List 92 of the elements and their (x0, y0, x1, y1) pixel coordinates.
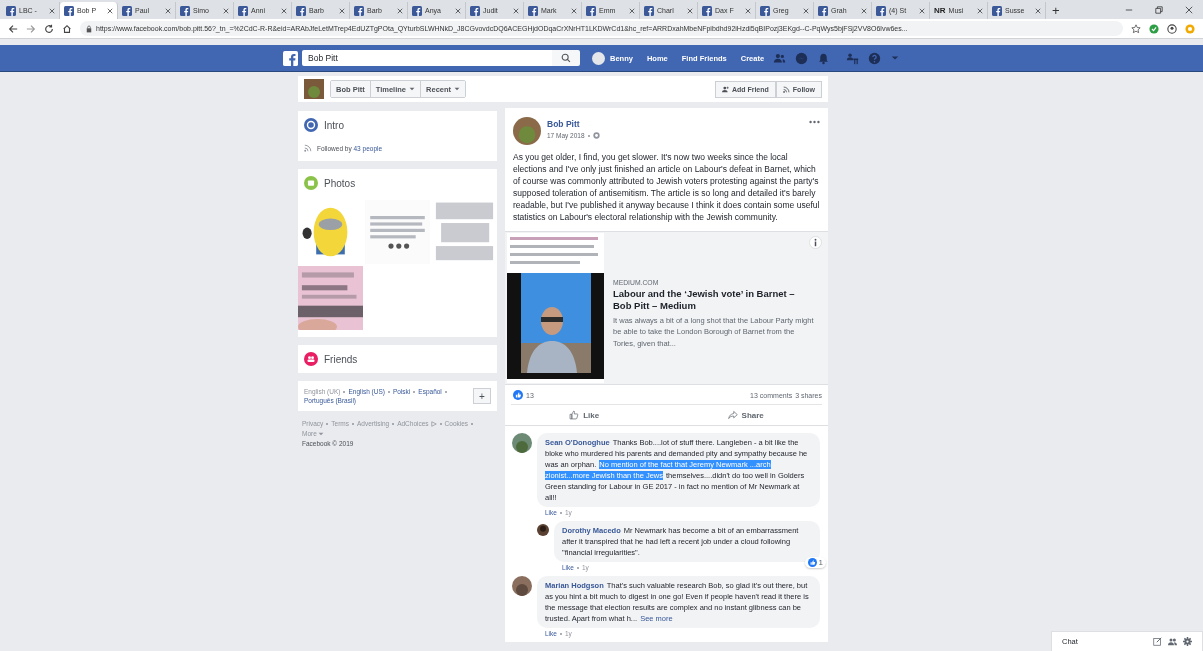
card-title: Intro (324, 119, 344, 131)
info-icon[interactable] (809, 236, 822, 249)
messenger-icon[interactable] (795, 51, 809, 65)
thumbs-up-icon (569, 410, 580, 420)
facebook-icon (180, 5, 190, 16)
close-icon[interactable] (281, 7, 287, 14)
facebook-icon (6, 5, 16, 16)
feed-icon (782, 85, 790, 93)
feed-icon (304, 144, 312, 152)
site-icon: NR (934, 6, 946, 15)
close-icon[interactable] (629, 7, 635, 14)
avatar[interactable] (512, 433, 532, 453)
help-icon[interactable] (868, 51, 882, 65)
facebook-icon (760, 5, 770, 16)
caret-icon (409, 86, 416, 92)
people-icon[interactable] (1168, 637, 1177, 646)
share-icon (727, 410, 738, 420)
add-person-icon (721, 85, 729, 93)
facebook-icon (64, 5, 74, 16)
avatar (592, 51, 605, 65)
facebook-icon (702, 5, 712, 16)
settings-icon[interactable] (1183, 637, 1192, 646)
close-icon[interactable] (397, 7, 403, 14)
facebook-logo[interactable] (283, 50, 298, 66)
close-icon[interactable] (919, 7, 925, 14)
star-icon[interactable] (1131, 23, 1141, 34)
link-title[interactable]: Labour and the ‘Jewish vote’ in Barnet – Bob Pitt – Medium (613, 287, 814, 312)
card-title: Photos (324, 177, 356, 189)
close-icon[interactable] (455, 7, 461, 14)
close-icon[interactable] (687, 7, 693, 14)
caret-icon (454, 86, 461, 92)
facebook-icon (644, 5, 654, 16)
close-icon[interactable] (745, 7, 751, 14)
close-icon[interactable] (977, 7, 983, 14)
people-icon (304, 352, 318, 366)
profile-icon[interactable] (1167, 23, 1177, 34)
globe-icon (592, 132, 600, 139)
close-icon[interactable] (1185, 5, 1193, 14)
close-icon[interactable] (513, 7, 519, 14)
home-icon[interactable] (62, 23, 72, 34)
post-text: As you get older, I find, you get slower. It's now two weeks since the local elections and I've only just finished an article on Labour's defeat in Barnet, which of course was commonly attributed to Jewish voters protesting against the party's supposed toleration of antisemitism. The article is so long and detailed it's barely readable, but I've published it anyway because I think it does contain some useful statistics on Labour's electoral relationship with the Jewish community. (512, 151, 821, 224)
back-icon[interactable] (8, 23, 18, 34)
close-icon[interactable] (107, 7, 113, 14)
avatar (304, 79, 324, 99)
close-icon[interactable] (49, 7, 55, 14)
restore-icon[interactable] (1155, 5, 1163, 14)
facebook-icon (586, 5, 596, 16)
facebook-icon (296, 5, 306, 16)
facebook-icon (818, 5, 828, 16)
facebook-icon (122, 5, 132, 16)
extension-icon[interactable] (1149, 23, 1159, 34)
photo-icon (304, 176, 318, 190)
close-icon[interactable] (223, 7, 229, 14)
globe-icon (304, 118, 318, 132)
friends-icon[interactable] (773, 51, 787, 65)
new-tab-button[interactable]: + (1046, 3, 1066, 19)
author-link[interactable]: Bob Pitt (547, 119, 809, 129)
compose-icon[interactable] (1153, 637, 1162, 646)
add-language-button[interactable]: + (473, 388, 491, 404)
facebook-icon (470, 5, 480, 16)
like-icon (807, 558, 817, 567)
lock-icon (86, 24, 92, 33)
facebook-icon (238, 5, 248, 16)
facebook-icon (876, 5, 886, 16)
close-icon[interactable] (1035, 7, 1041, 14)
facebook-icon (528, 5, 538, 16)
more-options-icon[interactable] (809, 120, 820, 124)
facebook-icon (992, 5, 1002, 16)
caret-icon[interactable] (891, 54, 900, 62)
close-icon[interactable] (803, 7, 809, 14)
close-icon[interactable] (165, 7, 171, 14)
facebook-icon (412, 5, 422, 16)
like-button[interactable]: Like (549, 407, 620, 423)
avatar[interactable] (512, 576, 532, 596)
link-preview[interactable] (505, 231, 828, 385)
play-icon (430, 421, 437, 427)
facebook-icon (354, 5, 364, 16)
search-field[interactable]: Bob Pitt (302, 50, 552, 66)
card-title: Friends (324, 353, 358, 365)
close-icon[interactable] (571, 7, 577, 14)
share-button[interactable]: Share (707, 407, 784, 423)
close-icon[interactable] (861, 7, 867, 14)
caret-icon (317, 431, 324, 437)
reload-icon[interactable] (44, 23, 54, 34)
like-icon[interactable] (513, 390, 523, 400)
close-icon[interactable] (339, 7, 345, 14)
friend-requests-icon[interactable] (846, 51, 860, 65)
reaction-badge[interactable]: 1 (804, 557, 826, 568)
avatar[interactable] (537, 524, 549, 536)
forward-icon[interactable] (26, 23, 36, 34)
search-button[interactable] (552, 50, 580, 66)
bell-icon[interactable] (817, 51, 831, 65)
